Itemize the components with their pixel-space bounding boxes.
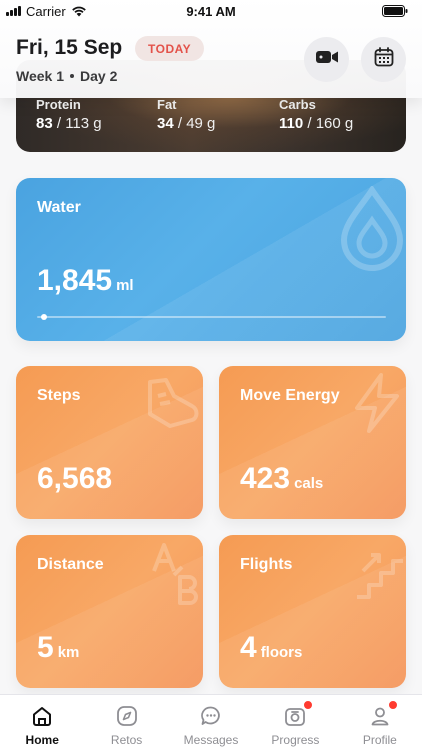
user-icon xyxy=(368,700,398,728)
day-label: Day 2 xyxy=(80,68,118,84)
week-day-label: Week 1 Day 2 xyxy=(16,68,117,84)
battery-icon xyxy=(382,5,408,17)
distance-amount: 5 km xyxy=(37,631,79,665)
flights-value: 4 xyxy=(240,631,257,664)
shoe-icon xyxy=(140,374,202,441)
tab-messages[interactable]: Messages xyxy=(169,695,253,750)
water-card[interactable]: Water 1,845 ml xyxy=(16,178,406,341)
compass-icon xyxy=(115,704,139,728)
app-header: Carrier 9:41 AM Fri, 15 Sep TODAY Week 1… xyxy=(0,0,422,98)
tab-home[interactable]: Home xyxy=(0,695,84,750)
progress-camera-icon xyxy=(283,700,314,728)
tab-bar: Home Retos Messages Progress Profile xyxy=(0,694,422,750)
week-label: Week 1 xyxy=(16,68,64,84)
water-title: Water xyxy=(37,199,81,216)
wifi-icon xyxy=(71,5,87,17)
calendar-button[interactable] xyxy=(361,37,406,82)
carrier-label: Carrier xyxy=(26,3,66,19)
macro-value: 83 xyxy=(36,115,53,132)
notification-dot xyxy=(387,700,398,710)
video-camera-icon xyxy=(315,49,339,70)
tab-progress[interactable]: Progress xyxy=(253,695,337,750)
macro-target: / 49 g xyxy=(177,115,216,132)
move-energy-card[interactable]: Move Energy 423 cals xyxy=(219,366,406,519)
macro-value: 34 xyxy=(157,115,174,132)
water-drop-icon xyxy=(334,184,406,277)
energy-unit: cals xyxy=(294,475,324,492)
macro-label: Fat xyxy=(157,97,177,112)
macro-protein: Protein 83 / 113 g xyxy=(36,97,102,132)
water-progress-bar[interactable] xyxy=(37,314,386,320)
energy-amount: 423 cals xyxy=(240,462,323,496)
tab-label: Progress xyxy=(271,733,320,747)
distance-value: 5 xyxy=(37,631,54,664)
flights-title: Flights xyxy=(240,556,293,573)
water-amount: 1,845 ml xyxy=(37,264,134,298)
steps-title: Steps xyxy=(37,387,81,404)
lightning-icon xyxy=(351,372,403,439)
status-bar: Carrier 9:41 AM xyxy=(0,0,422,22)
macro-value: 110 xyxy=(279,115,304,132)
flights-unit: floors xyxy=(260,644,303,661)
flights-card[interactable]: Flights 4 floors xyxy=(219,535,406,688)
macro-label: Protein xyxy=(36,97,81,112)
energy-value: 423 xyxy=(240,462,291,495)
tab-label: Messages xyxy=(183,733,239,747)
tab-profile[interactable]: Profile xyxy=(338,695,422,750)
macro-label: Carbs xyxy=(279,97,316,112)
distance-card[interactable]: Distance 5 km xyxy=(16,535,203,688)
today-badge[interactable]: TODAY xyxy=(135,36,205,61)
distance-title: Distance xyxy=(37,556,104,573)
macro-target: / 160 g xyxy=(307,115,354,132)
macro-fat: Fat 34 / 49 g xyxy=(157,97,216,132)
chat-bubble-icon xyxy=(199,704,223,728)
a-to-b-icon xyxy=(150,541,202,612)
tab-label: Home xyxy=(25,733,59,747)
separator-dot xyxy=(70,74,74,78)
macro-carbs: Carbs 110 / 160 g xyxy=(279,97,354,132)
tab-label: Retos xyxy=(110,733,143,747)
signal-icon xyxy=(6,6,21,16)
tab-retos[interactable]: Retos xyxy=(84,695,168,750)
steps-amount: 6,568 xyxy=(37,462,112,496)
home-icon xyxy=(30,704,54,728)
water-progress-handle[interactable] xyxy=(40,314,47,320)
calendar-icon xyxy=(374,47,394,72)
steps-card[interactable]: Steps 6,568 xyxy=(16,366,203,519)
page-title: Fri, 15 Sep xyxy=(16,36,123,59)
water-unit: ml xyxy=(116,277,134,294)
flights-amount: 4 floors xyxy=(240,631,302,665)
macro-target: / 113 g xyxy=(56,115,102,132)
stairs-icon xyxy=(353,541,405,606)
steps-value: 6,568 xyxy=(37,462,113,495)
tab-label: Profile xyxy=(362,733,397,747)
water-value: 1,845 xyxy=(37,264,113,297)
video-button[interactable] xyxy=(304,37,349,82)
energy-title: Move Energy xyxy=(240,387,340,404)
distance-unit: km xyxy=(57,644,80,661)
notification-dot xyxy=(303,700,314,710)
